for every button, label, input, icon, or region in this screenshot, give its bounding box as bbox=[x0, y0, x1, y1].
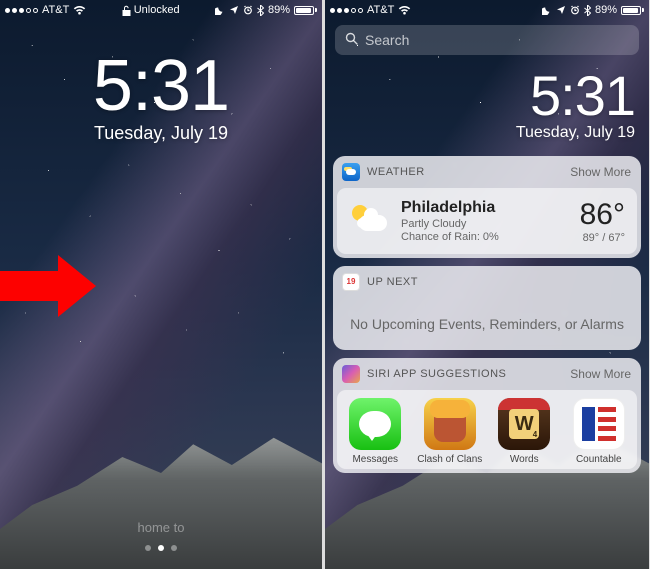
battery-icon bbox=[294, 6, 317, 15]
app-messages[interactable]: Messages bbox=[344, 398, 406, 465]
words-icon: W4 bbox=[498, 398, 550, 450]
widget-title: UP NEXT bbox=[367, 276, 418, 288]
search-input[interactable]: Search bbox=[335, 25, 639, 55]
signal-strength-icon bbox=[5, 8, 38, 13]
wifi-icon bbox=[73, 5, 86, 15]
countable-icon bbox=[573, 398, 625, 450]
up-next-widget[interactable]: 19 UP NEXT No Upcoming Events, Reminders… bbox=[333, 266, 641, 350]
clock-time: 5:31 bbox=[0, 45, 322, 127]
signal-strength-icon bbox=[330, 8, 363, 13]
status-bar: AT&T Unlocked 89% bbox=[0, 0, 322, 20]
clash-of-clans-icon bbox=[424, 398, 476, 450]
widget-title: WEATHER bbox=[367, 166, 425, 178]
show-more-button[interactable]: Show More bbox=[570, 165, 631, 179]
up-next-message: No Upcoming Events, Reminders, or Alarms bbox=[333, 298, 641, 350]
clock-date: Tuesday, July 19 bbox=[325, 124, 635, 142]
weather-range: 89° / 67° bbox=[580, 232, 625, 244]
location-icon bbox=[556, 5, 566, 15]
app-words[interactable]: W4 Words bbox=[493, 398, 555, 465]
location-icon bbox=[229, 5, 239, 15]
app-label: Countable bbox=[576, 454, 622, 465]
bluetooth-icon bbox=[584, 5, 591, 16]
clock-date: Tuesday, July 19 bbox=[0, 123, 322, 144]
swipe-right-arrow bbox=[0, 255, 100, 315]
siri-app-icon bbox=[342, 365, 360, 383]
bluetooth-icon bbox=[257, 5, 264, 16]
siri-suggestions-widget[interactable]: SIRI APP SUGGESTIONS Show More Messages … bbox=[333, 358, 641, 473]
dnd-moon-icon bbox=[215, 5, 225, 15]
clock-time: 5:31 bbox=[325, 63, 635, 128]
weather-temp: 86° bbox=[580, 198, 625, 232]
app-label: Messages bbox=[352, 454, 398, 465]
show-more-button[interactable]: Show More bbox=[570, 367, 631, 381]
status-bar: AT&T 89% bbox=[325, 0, 649, 20]
app-label: Clash of Clans bbox=[417, 454, 482, 465]
today-clock: 5:31 Tuesday, July 19 bbox=[325, 63, 649, 142]
calendar-app-icon: 19 bbox=[342, 273, 360, 291]
app-countable[interactable]: Countable bbox=[568, 398, 630, 465]
alarm-icon bbox=[243, 5, 253, 15]
lock-clock: 5:31 Tuesday, July 19 bbox=[0, 45, 322, 144]
messages-icon bbox=[349, 398, 401, 450]
carrier-label: AT&T bbox=[42, 4, 69, 16]
widget-title: SIRI APP SUGGESTIONS bbox=[367, 368, 506, 380]
alarm-icon bbox=[570, 5, 580, 15]
lock-status-label: Unlocked bbox=[134, 4, 180, 16]
page-indicator[interactable] bbox=[0, 545, 322, 551]
battery-icon bbox=[621, 6, 644, 15]
app-clash-of-clans[interactable]: Clash of Clans bbox=[419, 398, 481, 465]
search-placeholder: Search bbox=[365, 32, 409, 48]
weather-rain: Chance of Rain: 0% bbox=[401, 231, 568, 243]
app-label: Words bbox=[510, 454, 539, 465]
slide-hint: home to bbox=[0, 520, 322, 535]
dnd-moon-icon bbox=[542, 5, 552, 15]
today-view: AT&T 89% Search 5:31 Tuesday, Ju bbox=[325, 0, 649, 569]
battery-percent-label: 89% bbox=[268, 4, 290, 16]
weather-widget[interactable]: WEATHER Show More Philadelphia Partly Cl… bbox=[333, 156, 641, 258]
weather-city: Philadelphia bbox=[401, 199, 568, 217]
lock-screen: AT&T Unlocked 89% 5:31 bbox=[0, 0, 322, 569]
carrier-label: AT&T bbox=[367, 4, 394, 16]
wifi-icon bbox=[398, 5, 411, 15]
battery-percent-label: 89% bbox=[595, 4, 617, 16]
unlock-icon bbox=[122, 5, 131, 16]
weather-app-icon bbox=[342, 163, 360, 181]
search-icon bbox=[345, 32, 358, 48]
weather-condition: Partly Cloudy bbox=[401, 218, 568, 230]
partly-cloudy-icon bbox=[349, 201, 389, 241]
